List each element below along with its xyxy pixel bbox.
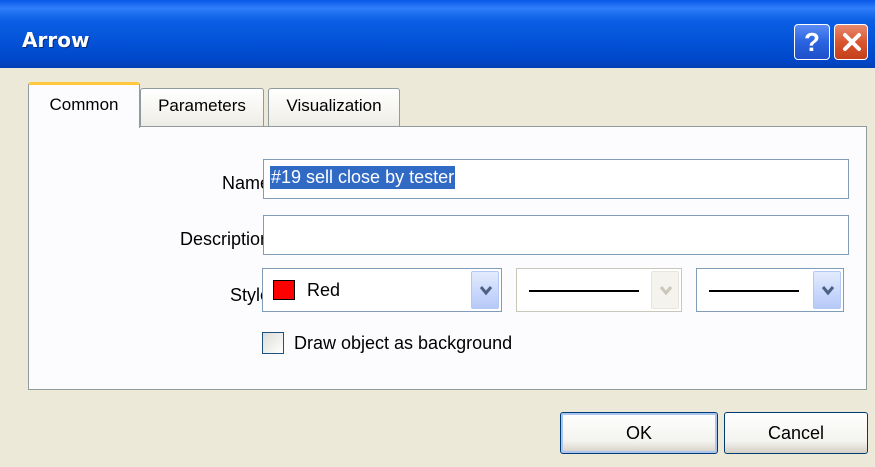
line-style-dropdown-button[interactable] bbox=[651, 271, 679, 309]
color-swatch bbox=[273, 280, 295, 300]
color-dropdown-button[interactable] bbox=[471, 271, 499, 309]
description-label: Description: bbox=[179, 229, 275, 249]
chevron-down-icon bbox=[821, 286, 835, 296]
question-mark-icon: ? bbox=[804, 27, 820, 57]
line-width-select[interactable] bbox=[696, 268, 844, 312]
chevron-down-icon bbox=[659, 286, 673, 296]
style-label: Style: bbox=[229, 285, 275, 305]
cancel-button[interactable]: Cancel bbox=[724, 412, 868, 454]
tab-parameters[interactable]: Parameters bbox=[140, 88, 264, 126]
arrow-dialog: Arrow ? Name: #19 sell close by tester D… bbox=[0, 0, 875, 467]
draw-background-checkbox[interactable] bbox=[262, 332, 284, 354]
line-style-select[interactable] bbox=[516, 268, 682, 312]
name-label: Name: bbox=[221, 173, 275, 193]
close-button[interactable] bbox=[834, 24, 868, 60]
chevron-down-icon bbox=[479, 286, 493, 296]
window-title: Arrow bbox=[22, 28, 90, 52]
tab-visualization[interactable]: Visualization bbox=[268, 88, 400, 126]
line-width-dropdown-button[interactable] bbox=[813, 271, 841, 309]
close-x-icon bbox=[843, 33, 861, 51]
name-input[interactable]: #19 sell close by tester bbox=[263, 159, 849, 199]
tab-common[interactable]: Common bbox=[28, 82, 140, 128]
help-button[interactable]: ? bbox=[794, 24, 830, 60]
color-select[interactable]: Red bbox=[262, 268, 502, 312]
color-select-value: Red bbox=[307, 280, 341, 300]
ok-button[interactable]: OK bbox=[560, 412, 718, 454]
name-input-value: #19 sell close by tester bbox=[270, 166, 456, 189]
title-bar[interactable]: Arrow ? bbox=[0, 0, 875, 68]
description-input[interactable] bbox=[263, 215, 849, 255]
draw-background-label[interactable]: Draw object as background bbox=[294, 333, 512, 354]
line-width-sample bbox=[709, 290, 799, 292]
line-style-sample bbox=[529, 290, 639, 292]
